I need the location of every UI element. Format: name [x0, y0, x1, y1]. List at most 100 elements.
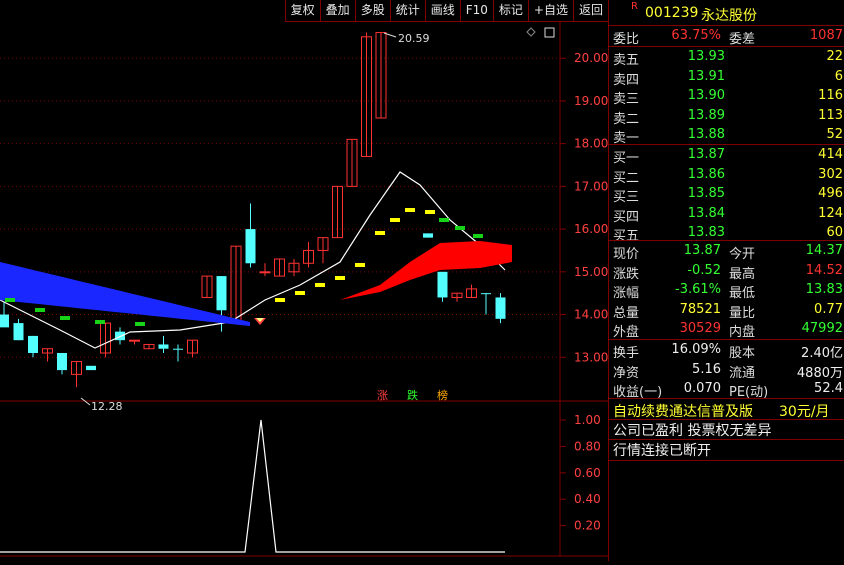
signal-mark	[35, 308, 45, 312]
signal-mark	[315, 283, 325, 287]
stat-value: 14.52	[805, 262, 843, 278]
candle-body	[158, 344, 169, 349]
fund-value: 16.09%	[671, 342, 721, 357]
buy-label: 买一	[613, 151, 640, 166]
toolbar-btn-2[interactable]: 多股	[354, 0, 390, 22]
toolbar-btn-8[interactable]: 返回	[572, 0, 608, 22]
low-pointer	[80, 397, 91, 406]
signal-mark	[355, 263, 365, 267]
candle-body	[245, 229, 256, 264]
signal-mark	[335, 276, 345, 280]
sell-label: 卖二	[613, 111, 640, 127]
stat-value: -0.52	[687, 262, 721, 278]
subscription-price[interactable]: 30元/月	[779, 401, 830, 421]
price-tick-label: 14.00	[574, 308, 608, 322]
fund-value: 0.070	[683, 381, 721, 396]
buy-volume: 124	[818, 205, 843, 221]
stat-value: 0.77	[814, 301, 843, 317]
candle-body	[437, 271, 448, 298]
buy-label: 买四	[613, 209, 640, 225]
price-tick-label: 15.00	[574, 265, 608, 279]
signal-mark	[439, 218, 449, 222]
price-tick-label: 13.00	[574, 350, 608, 364]
signal-mark	[135, 322, 145, 326]
quote-row: 涨跌 -0.52 最高 14.52	[609, 261, 844, 282]
company-note: 公司已盈利 投票权无差异	[613, 423, 772, 439]
price-tick-label: 18.00	[574, 137, 608, 151]
price-tick-label: 16.00	[574, 222, 608, 236]
fund-label: 流通	[729, 365, 756, 381]
toolbar-btn-5[interactable]: F10	[459, 0, 493, 22]
quote-row: 净资 5.16 流通 4880万	[609, 360, 844, 381]
toolbar-btn-0[interactable]: 复权	[284, 0, 320, 22]
quote-row: 卖二 13.89 113	[609, 106, 844, 127]
buy-label: 买二	[613, 170, 640, 186]
stat-value: 14.37	[805, 243, 843, 258]
quote-row: 总量 78521 量比 0.77	[609, 300, 844, 321]
connection-status: 行情连接已断开	[613, 443, 711, 459]
sell-label: 卖四	[613, 72, 640, 88]
candle-body	[173, 348, 183, 350]
quote-row: 买二 13.86 302	[609, 165, 844, 186]
sell-volume: 22	[826, 49, 843, 64]
stat-label: 今开	[729, 247, 756, 262]
weibi-label: 委比	[613, 32, 640, 47]
quote-row: 卖一 13.88 52	[609, 125, 844, 146]
stat-label: 内盘	[729, 325, 756, 340]
quote-row: 换手 16.09% 股本 2.40亿	[609, 340, 844, 361]
high-label: 20.59	[398, 32, 430, 45]
subscription-text[interactable]: 自动续费通达信普及版	[613, 401, 753, 421]
low-label: 12.28	[91, 400, 123, 413]
signal-mark	[275, 298, 285, 302]
quote-row: 收益(一) 0.070 PE(动) 52.4	[609, 379, 844, 400]
sell-volume: 52	[826, 127, 843, 142]
buy-price: 13.83	[687, 225, 725, 240]
quote-row: 现价 13.87 今开 14.37	[609, 241, 844, 262]
toolbar-btn-4[interactable]: 画线	[424, 0, 460, 22]
tag-1: 跌	[407, 388, 418, 402]
stat-label: 外盘	[613, 325, 640, 340]
subscription-notice[interactable]: 自动续费通达信普及版 30元/月	[609, 399, 844, 421]
signal-mark	[295, 291, 305, 295]
kline-chart-area[interactable]: 20.00 19.00 18.00 17.00 16.00 15.00 14.00 13.00…	[0, 0, 608, 561]
fund-value: 2.40亿	[801, 346, 843, 361]
fund-value: 5.16	[692, 361, 721, 377]
kline-chart[interactable]: 20.00 19.00 18.00 17.00 16.00 15.00 14.00 13.00…	[0, 0, 608, 561]
stat-label: 现价	[613, 247, 640, 262]
toolbar: 复权 叠加 多股 统计 画线 F10 标记 +自选 返回	[0, 0, 608, 22]
fund-label: 股本	[729, 346, 756, 361]
candle-body	[115, 331, 125, 341]
fund-label: 净资	[613, 365, 640, 381]
quote-row: 涨幅 -3.61% 最低 13.83	[609, 280, 844, 301]
sell-price: 13.91	[687, 68, 725, 84]
stat-label: 涨幅	[613, 286, 640, 301]
candle-body	[13, 323, 24, 341]
toolbar-btn-7[interactable]: +自选	[527, 0, 573, 22]
quote-row: 外盘 30529 内盘 47992	[609, 319, 844, 340]
candle-body	[0, 314, 9, 328]
price-tick-label: 19.00	[574, 94, 608, 108]
stat-value: 78521	[679, 301, 721, 317]
sub-tick-label: 0.80	[574, 439, 601, 453]
sell-price: 13.90	[687, 88, 725, 103]
price-tick-label: 17.00	[574, 179, 608, 193]
signal-mark	[425, 210, 435, 214]
candle-body	[259, 271, 271, 274]
candle-body	[495, 297, 506, 319]
stock-code: 001239	[645, 5, 699, 21]
sub-tick-label: 1.00	[574, 413, 601, 427]
toolbar-btn-6[interactable]: 标记	[492, 0, 528, 22]
toolbar-btn-1[interactable]: 叠加	[319, 0, 355, 22]
stock-header: R 001239 永达股份	[609, 1, 844, 24]
quote-row: 买四 13.84 124	[609, 204, 844, 225]
signal-mark	[405, 208, 415, 212]
candle-body	[86, 365, 96, 371]
signal-mark	[375, 231, 385, 235]
price-tick-label: 20.00	[574, 51, 608, 65]
candle-body	[481, 293, 491, 295]
sell-volume: 6	[834, 68, 843, 84]
toolbar-btn-3[interactable]: 统计	[389, 0, 425, 22]
stat-label: 最高	[729, 266, 756, 282]
signal-mark	[455, 226, 465, 230]
tag-2: 榜	[437, 388, 448, 402]
